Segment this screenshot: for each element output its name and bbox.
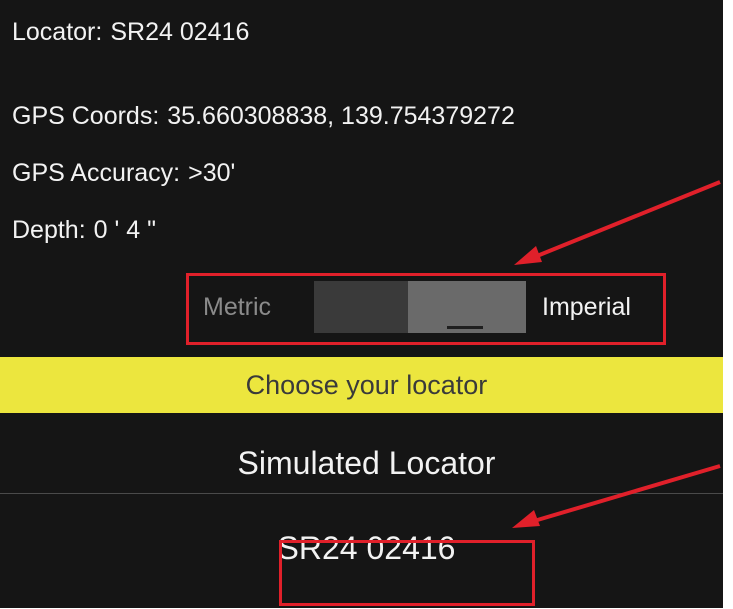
annotation-arrows (512, 180, 721, 528)
annotation-arrow-locator (512, 464, 721, 528)
annotation-arrow-toggle (514, 180, 721, 265)
